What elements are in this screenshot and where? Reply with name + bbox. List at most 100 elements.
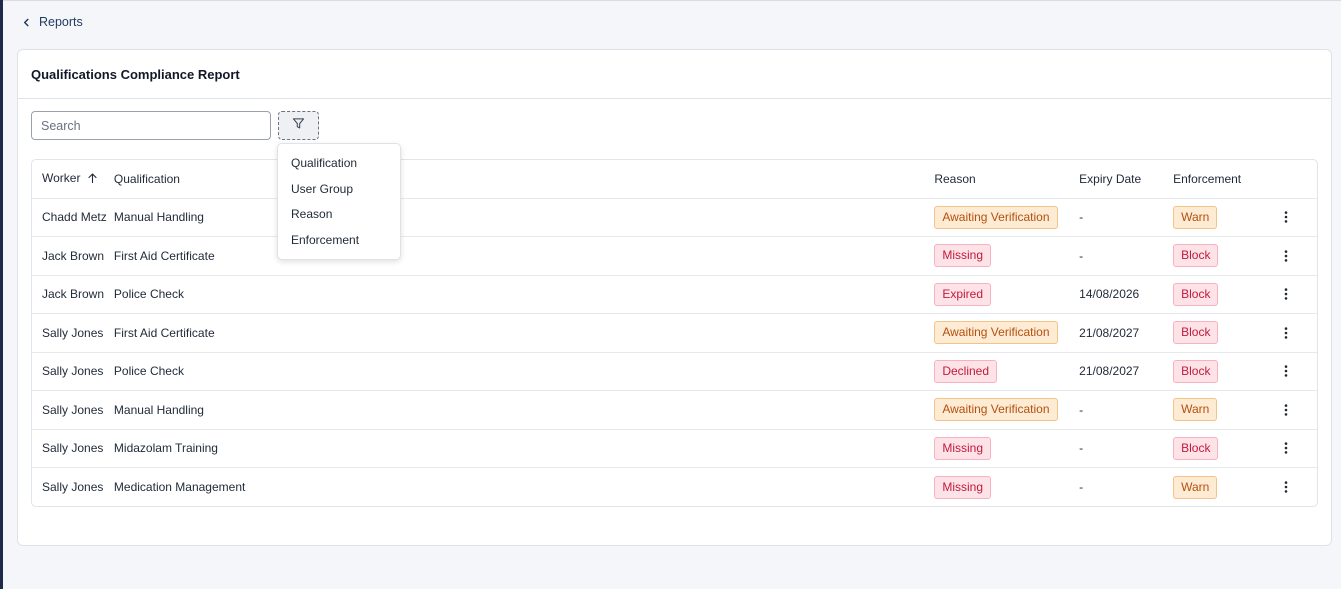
cell-expiry-date: - xyxy=(1079,248,1084,263)
table-body: Chadd Metz Manual Handling Awaiting Verifi… xyxy=(32,198,1317,506)
row-actions-button[interactable] xyxy=(1277,285,1295,303)
filter-menu-item-qualification[interactable]: Qualification xyxy=(278,150,400,176)
reason-badge: Missing xyxy=(934,244,992,268)
row-actions-button[interactable] xyxy=(1277,401,1295,419)
cell-enforcement: Block xyxy=(1173,429,1273,468)
filter-button[interactable] xyxy=(278,111,319,140)
report-card: Qualifications Compliance Report Worker … xyxy=(17,49,1332,546)
cell-actions xyxy=(1273,391,1317,430)
filter-menu: Qualification User Group Reason Enforcem… xyxy=(277,143,401,260)
cell-reason: Declined xyxy=(934,352,1079,391)
search-input[interactable] xyxy=(31,111,271,140)
cell-qualification: First Aid Certificate xyxy=(113,325,215,340)
cell-actions xyxy=(1273,198,1317,237)
column-header-expiry-date[interactable]: Expiry Date xyxy=(1079,160,1173,198)
table-row: Sally Jones Medication Management Missing -… xyxy=(32,467,1317,507)
row-actions-button[interactable] xyxy=(1277,478,1295,496)
cell-reason: Awaiting Verification xyxy=(934,314,1079,353)
row-actions-button[interactable] xyxy=(1277,362,1295,380)
cell-enforcement: Block xyxy=(1173,237,1273,276)
compliance-table: Worker Qualification Reason Expiry Date … xyxy=(31,159,1318,507)
enforcement-badge: Block xyxy=(1173,359,1219,383)
cell-worker: Jack Brown xyxy=(42,287,105,302)
cell-worker: Sally Jones xyxy=(42,441,104,456)
cell-enforcement: Block xyxy=(1173,352,1273,391)
cell-actions xyxy=(1273,275,1317,314)
cell-expiry-date: 21/08/2027 xyxy=(1079,364,1140,379)
reason-badge: Expired xyxy=(934,282,992,306)
table-header-row: Worker Qualification Reason Expiry Date … xyxy=(32,160,1317,198)
filter-menu-item-user-group[interactable]: User Group xyxy=(278,176,400,202)
enforcement-badge: Warn xyxy=(1173,475,1218,499)
filter-menu-item-enforcement[interactable]: Enforcement xyxy=(278,227,400,253)
cell-worker: Sally Jones xyxy=(42,480,104,494)
reason-badge: Missing xyxy=(934,436,992,460)
cell-expiry-date: 14/08/2026 xyxy=(1079,287,1140,302)
cell-worker: Chadd Metz xyxy=(42,210,107,225)
cell-enforcement: Block xyxy=(1173,314,1273,353)
cell-expiry-date: - xyxy=(1079,402,1084,417)
card-header: Qualifications Compliance Report xyxy=(18,50,1331,99)
cell-reason: Awaiting Verification xyxy=(934,391,1079,430)
cell-enforcement: Warn xyxy=(1173,468,1273,507)
cell-worker: Sally Jones xyxy=(42,402,104,417)
cell-actions xyxy=(1273,237,1317,276)
more-vertical-icon xyxy=(1284,211,1288,223)
more-vertical-icon xyxy=(1284,250,1288,262)
more-vertical-icon xyxy=(1284,404,1288,416)
column-header-worker[interactable]: Worker xyxy=(32,160,114,198)
enforcement-badge: Block xyxy=(1173,282,1219,306)
row-actions-button[interactable] xyxy=(1277,324,1295,342)
table-row: Sally Jones Manual Handling Awaiting Verif… xyxy=(32,390,1317,430)
cell-actions xyxy=(1273,429,1317,468)
row-actions-button[interactable] xyxy=(1277,247,1295,265)
cell-actions xyxy=(1273,468,1317,507)
row-actions-button[interactable] xyxy=(1277,208,1295,226)
reason-badge: Awaiting Verification xyxy=(934,205,1058,229)
cell-qualification: Manual Handling xyxy=(113,210,204,225)
cell-reason: Missing xyxy=(934,429,1079,468)
enforcement-badge: Block xyxy=(1173,244,1219,268)
breadcrumb-back-link[interactable]: Reports xyxy=(22,15,83,29)
row-actions-button[interactable] xyxy=(1277,439,1295,457)
cell-enforcement: Warn xyxy=(1173,391,1273,430)
top-divider xyxy=(0,0,1341,1)
reason-badge: Awaiting Verification xyxy=(934,321,1058,345)
column-header-worker-label: Worker xyxy=(42,171,81,186)
cell-reason: Expired xyxy=(934,275,1079,314)
column-header-reason[interactable]: Reason xyxy=(934,160,1079,198)
table-row: Sally Jones Midazolam Training Missing - Blo… xyxy=(32,429,1317,468)
cell-enforcement: Block xyxy=(1173,275,1273,314)
cell-worker: Sally Jones xyxy=(42,364,104,379)
table-row: Jack Brown First Aid Certificate Missing - B… xyxy=(32,236,1317,276)
table-row: Sally Jones Police Check Declined 21/08/202… xyxy=(32,352,1317,391)
column-header-actions xyxy=(1273,160,1317,198)
chevron-left-icon xyxy=(22,18,31,27)
cell-actions xyxy=(1273,314,1317,353)
left-rail xyxy=(0,0,3,589)
enforcement-badge: Warn xyxy=(1173,398,1218,422)
sort-ascending-icon xyxy=(88,172,97,186)
cell-qualification: First Aid Certificate xyxy=(113,248,215,263)
reason-badge: Missing xyxy=(934,475,992,499)
toolbar xyxy=(31,111,319,140)
filter-menu-item-reason[interactable]: Reason xyxy=(278,201,400,227)
cell-qualification: Manual Handling xyxy=(113,402,204,417)
column-header-qualification[interactable]: Qualification xyxy=(114,160,934,198)
table-row: Jack Brown Police Check Expired 14/08/2026 B… xyxy=(32,275,1317,314)
filter-icon xyxy=(292,117,305,135)
more-vertical-icon xyxy=(1284,327,1288,339)
table-row: Sally Jones First Aid Certificate Awaiting… xyxy=(32,313,1317,353)
page-title: Qualifications Compliance Report xyxy=(31,66,240,82)
enforcement-badge: Block xyxy=(1173,321,1219,345)
column-header-enforcement[interactable]: Enforcement xyxy=(1173,160,1273,198)
breadcrumb-label: Reports xyxy=(39,15,83,29)
cell-qualification: Police Check xyxy=(113,287,184,302)
more-vertical-icon xyxy=(1284,481,1288,493)
cell-worker: Sally Jones xyxy=(42,325,104,340)
cell-expiry-date: - xyxy=(1079,480,1084,494)
more-vertical-icon xyxy=(1284,365,1288,377)
cell-worker: Jack Brown xyxy=(42,248,105,263)
table-row: Chadd Metz Manual Handling Awaiting Verifi… xyxy=(32,198,1317,237)
cell-qualification: Midazolam Training xyxy=(113,441,218,456)
